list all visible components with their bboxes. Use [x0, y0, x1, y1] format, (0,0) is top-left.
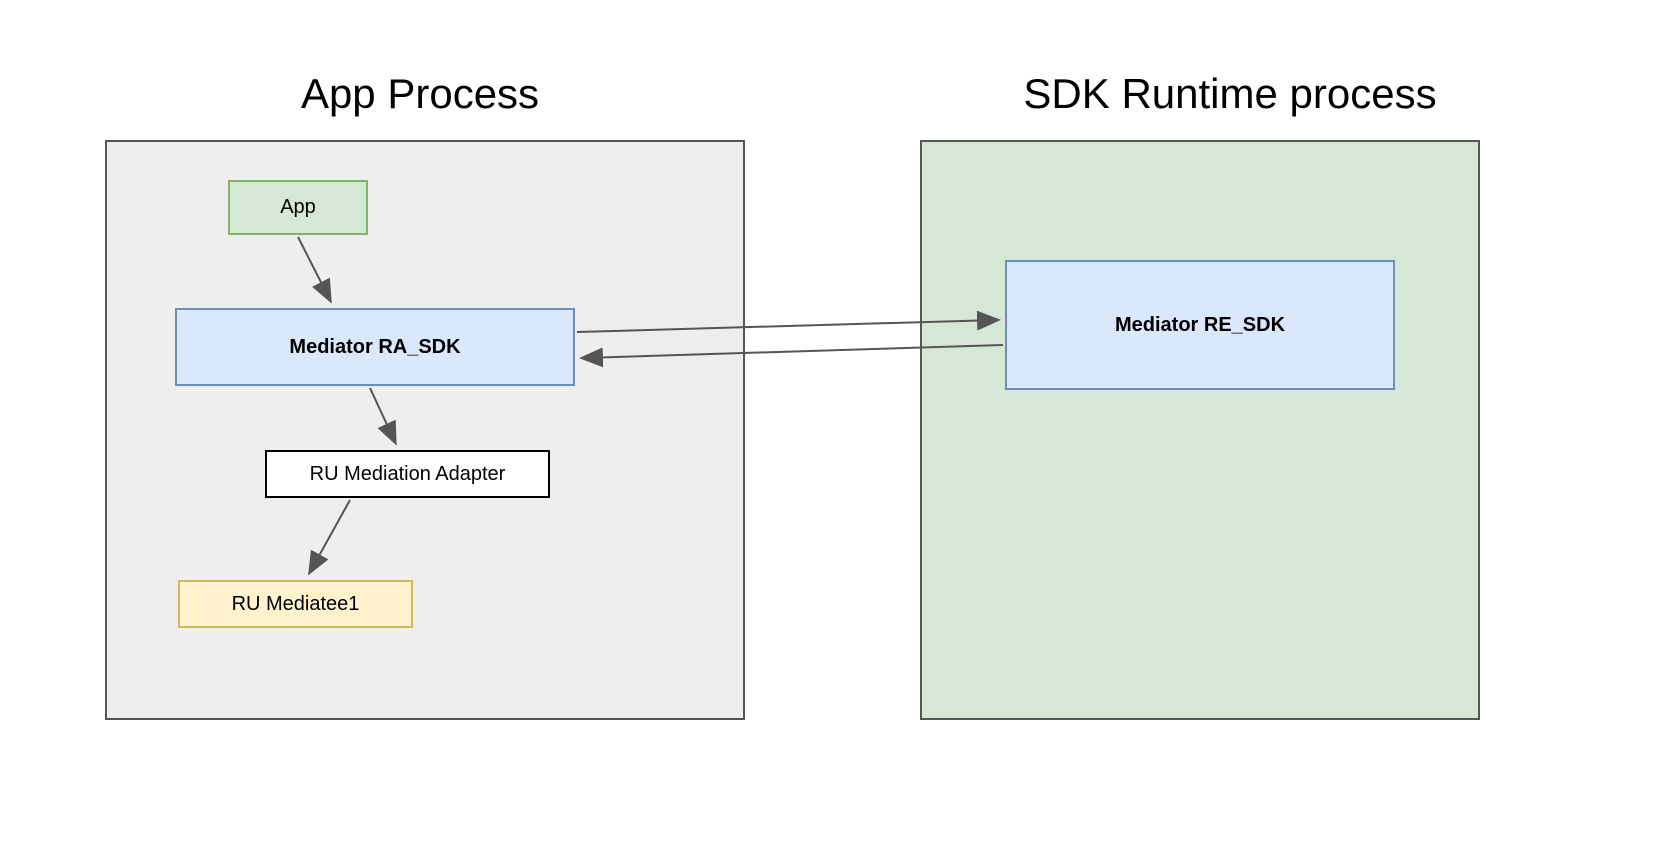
node-mediator-re-label: Mediator RE_SDK	[1115, 314, 1285, 337]
node-mediator-re-sdk: Mediator RE_SDK	[1005, 260, 1395, 390]
title-app-process: App Process	[220, 70, 620, 118]
node-ru-mediation-adapter: RU Mediation Adapter	[265, 450, 550, 498]
node-ru-mediatee1: RU Mediatee1	[178, 580, 413, 628]
node-ru-adapter-label: RU Mediation Adapter	[310, 463, 506, 486]
container-sdk-runtime	[920, 140, 1480, 720]
container-app-process	[105, 140, 745, 720]
node-ru-mediatee-label: RU Mediatee1	[232, 593, 360, 616]
node-mediator-ra-label: Mediator RA_SDK	[289, 336, 460, 359]
node-app-label: App	[280, 196, 316, 219]
title-sdk-runtime: SDK Runtime process	[950, 70, 1510, 118]
node-app: App	[228, 180, 368, 235]
node-mediator-ra-sdk: Mediator RA_SDK	[175, 308, 575, 386]
